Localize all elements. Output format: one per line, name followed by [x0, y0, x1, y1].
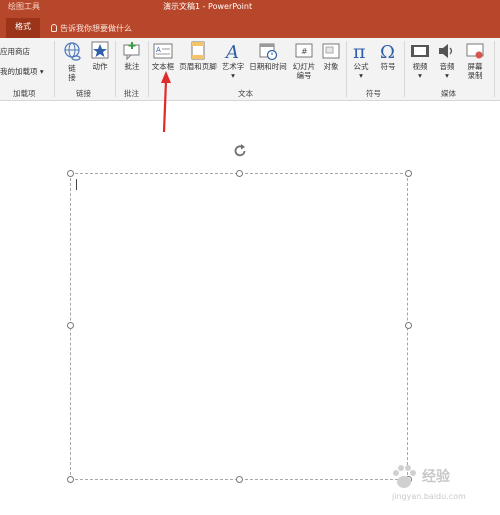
screen-recording-label-1: 屏幕 [467, 62, 483, 71]
object-button[interactable]: 对象 [319, 41, 343, 71]
equation-label: 公式 [353, 62, 369, 71]
slide-number-button[interactable]: # 幻灯片 编号 [290, 41, 318, 80]
annotation-arrow [161, 71, 171, 133]
svg-text:A: A [156, 46, 161, 54]
group-media-label: 媒体 [441, 89, 456, 98]
audio-label: 音频 [439, 62, 455, 71]
resize-handle[interactable] [405, 322, 412, 329]
link-label-1: 链 [68, 64, 76, 73]
tell-me-text: 告诉我你想要做什么 [60, 23, 132, 33]
omega-icon: Ω [380, 42, 395, 61]
watermark-url: jingyan.baidu.com [392, 492, 466, 501]
watermark: 经验 jingyan.baidu.com [386, 462, 496, 510]
action-button[interactable]: 动作 [88, 41, 112, 71]
comment-label: 批注 [124, 62, 140, 71]
object-icon [322, 43, 340, 59]
header-footer-label: 页眉和页脚 [179, 62, 217, 71]
video-label: 视频 [412, 62, 428, 71]
header-footer-button[interactable]: 页眉和页脚 [177, 41, 219, 71]
equation-button[interactable]: π 公式 ▾ [349, 41, 373, 80]
group-separator [346, 41, 347, 97]
symbol-label: 符号 [380, 62, 396, 71]
group-separator [148, 41, 149, 97]
link-label-2: 接 [68, 73, 76, 82]
group-separator [115, 41, 116, 97]
title-bar: 绘图工具 演示文稿1 - PowerPoint [0, 0, 500, 18]
calendar-clock-icon [259, 43, 278, 61]
window-title: 演示文稿1 - PowerPoint [163, 2, 253, 11]
svg-text:A: A [224, 42, 239, 61]
tell-me-box[interactable]: 告诉我你想要做什么 [51, 18, 132, 38]
wordart-button[interactable]: A 艺术字 ▾ [220, 41, 246, 80]
globe-link-icon [64, 42, 81, 61]
chevron-down-icon: ▾ [445, 71, 449, 80]
audio-button[interactable]: 音频 ▾ [435, 41, 459, 80]
video-button[interactable]: 视频 ▾ [408, 41, 432, 80]
slide-number-label-2: 编号 [296, 71, 312, 80]
film-icon [411, 45, 429, 57]
watermark-brand: 经验 [422, 469, 450, 485]
my-addins-label: 我的加载项 [0, 67, 38, 76]
chevron-down-icon: ▾ [418, 71, 422, 80]
textbox-selection[interactable] [70, 173, 408, 480]
textbox-icon: A [153, 43, 173, 59]
link-button[interactable]: 链 接 [59, 41, 85, 82]
textbox-button[interactable]: A 文本框 [150, 41, 176, 71]
svg-text:Ω: Ω [380, 42, 395, 61]
group-addins-label: 加载项 [13, 89, 36, 98]
paw-logo-icon [393, 465, 416, 488]
group-links-label: 链接 [76, 89, 91, 98]
resize-handle[interactable] [236, 476, 243, 483]
store-label: 应用商店 [0, 47, 30, 56]
comment-button[interactable]: 批注 [119, 41, 145, 71]
group-symbols-label: 符号 [366, 89, 381, 98]
group-separator [54, 41, 55, 97]
resize-handle[interactable] [67, 322, 74, 329]
speaker-icon [439, 44, 453, 58]
symbol-button[interactable]: Ω 符号 [376, 41, 400, 71]
group-comments-label: 批注 [124, 89, 139, 98]
datetime-label: 日期和时间 [249, 62, 287, 71]
screen-recording-icon [466, 43, 484, 59]
chevron-down-icon: ▾ [231, 71, 235, 80]
resize-handle[interactable] [405, 170, 412, 177]
slide-number-icon: # [295, 43, 313, 58]
screen-recording-button[interactable]: 屏幕 录制 [462, 41, 488, 80]
chevron-down-icon: ▾ [37, 67, 44, 76]
resize-handle[interactable] [236, 170, 243, 177]
comment-icon [123, 42, 140, 61]
my-addins-button[interactable]: 我的加载项 ▾ [0, 67, 44, 76]
group-separator [494, 41, 495, 97]
screen-recording-label-2: 录制 [467, 71, 483, 80]
svg-text:π: π [353, 41, 366, 61]
lightbulb-icon [51, 24, 57, 32]
svg-text:#: # [301, 47, 308, 56]
text-cursor [76, 179, 77, 190]
datetime-button[interactable]: 日期和时间 [247, 41, 289, 71]
action-label: 动作 [92, 62, 108, 71]
wordart-icon: A [224, 42, 239, 61]
pi-icon: π [353, 41, 366, 61]
resize-handle[interactable] [67, 170, 74, 177]
rotate-handle-icon[interactable] [232, 143, 248, 159]
object-label: 对象 [323, 62, 339, 71]
group-separator [404, 41, 405, 97]
header-footer-icon [191, 41, 205, 60]
group-text-label: 文本 [238, 89, 253, 98]
chevron-down-icon: ▾ [359, 71, 363, 80]
star-action-icon [91, 41, 109, 59]
resize-handle[interactable] [67, 476, 74, 483]
slide-number-label-1: 幻灯片 [292, 62, 316, 71]
wordart-label: 艺术字 [221, 62, 245, 71]
drawing-tools-label: 绘图工具 [8, 2, 40, 11]
store-button[interactable]: 应用商店 [0, 47, 30, 56]
tab-format[interactable]: 格式 [6, 18, 40, 38]
